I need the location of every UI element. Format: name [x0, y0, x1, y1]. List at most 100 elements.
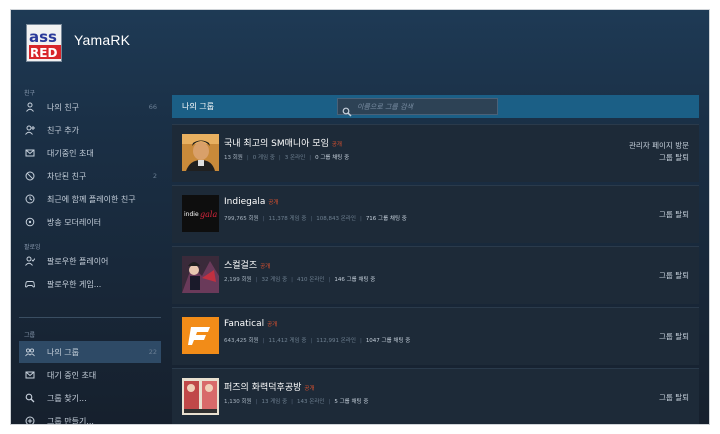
sidebar-item-label: 대기 중인 초대 — [47, 370, 97, 380]
leave-group-link[interactable]: 그룹 탈퇴 — [659, 270, 689, 282]
sidebar-item-find-groups[interactable]: 그룹 찾기... — [19, 387, 161, 409]
public-tag: 공개 — [304, 386, 315, 392]
public-tag: 공개 — [331, 142, 342, 148]
sidebar-item-followed-players[interactable]: 팔로우한 플레이어 — [19, 250, 161, 272]
member-count: 643,425 회원 — [224, 338, 259, 344]
friend-count: 66 — [148, 103, 157, 111]
svg-text:gala: gala — [200, 210, 217, 219]
group-avatar[interactable] — [182, 134, 219, 171]
public-tag: 공개 — [268, 200, 279, 206]
public-tag: 공개 — [267, 322, 278, 328]
group-name-line: 스컬걸즈 공개 — [224, 258, 270, 271]
in-game-count: 11,378 게임 중 — [268, 216, 307, 222]
search-icon — [24, 392, 36, 404]
group-search-input[interactable] — [357, 102, 487, 111]
sidebar-item-group-invites[interactable]: 대기 중인 초대 — [19, 364, 161, 386]
group-search — [337, 98, 498, 117]
group-actions: 그룹 탈퇴 — [659, 270, 689, 282]
sidebar-item-label: 나의 그룹 — [47, 347, 79, 357]
sidebar-item-pending-invites[interactable]: 대기중인 초대 — [19, 142, 161, 164]
group-stats: 13 회원 | 0 게임 중 | 3 온라인 | 0 그룹 채팅 중 — [224, 155, 350, 161]
svg-text:RED: RED — [30, 46, 57, 60]
in-game-count: 11,412 게임 중 — [268, 338, 307, 344]
sidebar-item-recent-played[interactable]: 최근에 함께 플레이한 친구 — [19, 188, 161, 210]
group-row[interactable]: indie gala Indiegala 공개 799,765 회원 | 11,378… — [172, 185, 699, 243]
group-name-line: Indiegala 공개 — [224, 197, 278, 207]
group-name[interactable]: 스컬걸즈 — [224, 261, 257, 271]
group-name[interactable]: Fanatical — [224, 319, 264, 329]
group-actions: 그룹 탈퇴 — [659, 209, 689, 221]
group-name[interactable]: Indiegala — [224, 197, 265, 207]
sidebar-item-add-friend[interactable]: 친구 추가 — [19, 119, 161, 141]
member-count: 13 회원 — [224, 155, 243, 161]
sidebar: 친구 나의 친구 66 친구 추가 대기중인 초대 차단된 친구 2 최근에 함… — [11, 80, 171, 425]
profile-name[interactable]: YamaRK — [74, 32, 130, 48]
sidebar-item-label: 최근에 함께 플레이한 친구 — [47, 194, 136, 204]
sidebar-item-label: 나의 친구 — [47, 102, 79, 112]
group-avatar[interactable] — [182, 378, 219, 415]
person-icon — [24, 101, 36, 113]
sidebar-item-create-group[interactable]: 그룹 만들기... — [19, 410, 161, 425]
search-icon — [342, 102, 352, 117]
leave-group-link[interactable]: 그룹 탈퇴 — [659, 392, 689, 404]
group-stats: 1,130 회원 | 13 게임 중 | 143 온라인 | 5 그룹 채팅 중 — [224, 399, 369, 405]
sidebar-item-broadcast-moderators[interactable]: 방송 모더레이터 — [19, 211, 161, 233]
chat-count: 5 그룹 채팅 중 — [334, 399, 369, 405]
page-title: 나의 그룹 — [182, 102, 214, 111]
group-row[interactable]: Fanatical 공개 643,425 회원 | 11,412 게임 중 | 112,9… — [172, 307, 699, 365]
svg-text:indie: indie — [184, 211, 199, 218]
group-avatar[interactable] — [182, 317, 219, 354]
public-tag: 공개 — [260, 264, 271, 270]
profile-header: ass RED YamaRK — [11, 10, 709, 72]
follow-person-icon — [24, 255, 36, 267]
add-person-icon — [24, 124, 36, 136]
chat-count: 0 그룹 채팅 중 — [315, 155, 350, 161]
online-count: 112,991 온라인 — [316, 338, 356, 344]
group-name-line: 퍼즈의 화력덕후공방 공개 — [224, 380, 315, 393]
sidebar-item-my-friends[interactable]: 나의 친구 66 — [19, 96, 161, 118]
groups-header-bar: 나의 그룹 — [172, 95, 699, 118]
group-stats: 799,765 회원 | 11,378 게임 중 | 108,843 온라인 | 716 그… — [224, 216, 407, 222]
sidebar-divider — [19, 317, 161, 318]
group-avatar[interactable] — [182, 256, 219, 293]
group-row[interactable]: 국내 최고의 SM매니아 모임 공개 13 회원 | 0 게임 중 | 3 온라인 | 0 그… — [172, 124, 699, 182]
sidebar-item-my-groups[interactable]: 나의 그룹 22 — [19, 341, 161, 363]
leave-group-link[interactable]: 그룹 탈퇴 — [659, 209, 689, 221]
sidebar-item-followed-games[interactable]: 팔로우한 게임... — [19, 273, 161, 295]
mail-icon — [24, 147, 36, 159]
steam-friends-window: ass RED YamaRK 친구 나의 친구 66 친구 추가 대기중인 초대… — [10, 9, 710, 425]
admin-page-link[interactable]: 관리자 페이지 방문 — [629, 140, 689, 152]
sidebar-item-label: 팔로우한 플레이어 — [47, 256, 109, 266]
group-row[interactable]: 퍼즈의 화력덕후공방 공개 1,130 회원 | 13 게임 중 | 143 온라인 | 5 … — [172, 368, 699, 424]
group-avatar[interactable]: indie gala — [182, 195, 219, 232]
chat-count: 146 그룹 채팅 중 — [334, 277, 376, 283]
groups-panel: 나의 그룹 국내 최고의 SM매니아 모임공개 — [172, 95, 699, 424]
group-name[interactable]: 퍼즈의 화력덕후공방 — [224, 383, 301, 393]
member-count: 2,199 회원 — [224, 277, 252, 283]
blocked-count: 2 — [152, 172, 157, 180]
group-count: 22 — [148, 348, 157, 356]
leave-group-link[interactable]: 그룹 탈퇴 — [629, 152, 689, 164]
sidebar-item-label: 그룹 만들기... — [47, 416, 94, 425]
gamepad-icon — [24, 278, 36, 290]
group-name[interactable]: 국내 최고의 SM매니아 모임 — [224, 139, 329, 149]
sidebar-item-label: 친구 추가 — [47, 125, 79, 135]
in-game-count: 13 게임 중 — [261, 399, 288, 405]
online-count: 143 온라인 — [297, 399, 325, 405]
online-count: 108,843 온라인 — [316, 216, 356, 222]
profile-avatar[interactable]: ass RED — [26, 24, 62, 62]
clock-icon — [24, 193, 36, 205]
member-count: 1,130 회원 — [224, 399, 252, 405]
chat-count: 716 그룹 채팅 중 — [365, 216, 407, 222]
plus-circle-icon — [24, 415, 36, 424]
leave-group-link[interactable]: 그룹 탈퇴 — [659, 331, 689, 343]
group-row[interactable]: 스컬걸즈 공개 2,199 회원 | 32 게임 중 | 410 온라인 | 146 그룹 채… — [172, 246, 699, 304]
section-groups: 그룹 — [24, 332, 36, 339]
sidebar-item-blocked[interactable]: 차단된 친구 2 — [19, 165, 161, 187]
broadcast-icon — [24, 216, 36, 228]
in-game-count: 32 게임 중 — [261, 277, 288, 283]
group-icon — [24, 346, 36, 358]
online-count: 410 온라인 — [297, 277, 325, 283]
block-icon — [24, 170, 36, 182]
online-count: 3 온라인 — [284, 155, 306, 161]
